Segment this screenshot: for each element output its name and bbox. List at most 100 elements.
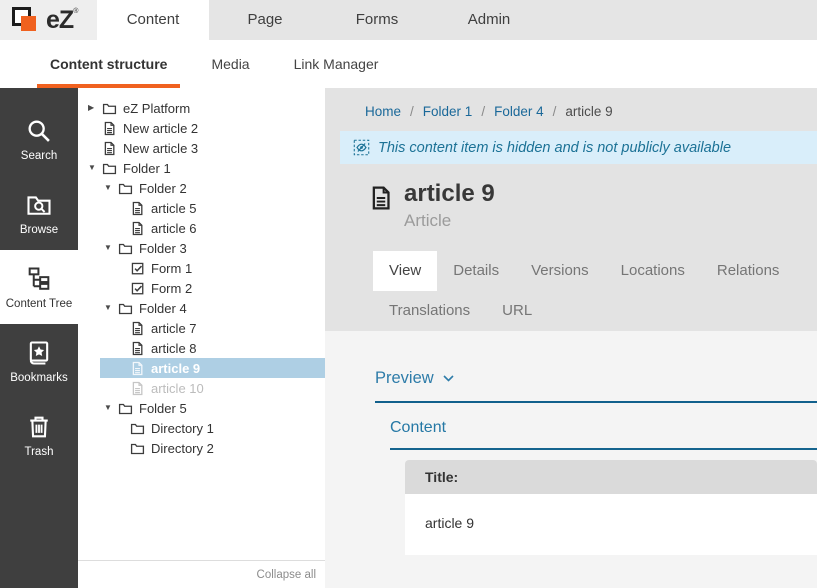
- article-icon: [130, 201, 145, 216]
- expander-expanded-icon[interactable]: [88, 158, 102, 178]
- tree-item-label: article 8: [151, 341, 197, 356]
- form-icon: [130, 261, 145, 276]
- tree-item-article-9-selected[interactable]: article 9: [100, 358, 325, 378]
- expander-expanded-icon[interactable]: [104, 238, 118, 258]
- ez-logo[interactable]: eZ®: [0, 0, 97, 40]
- tree-item-label: Folder 3: [139, 241, 187, 256]
- expander-expanded-icon[interactable]: [104, 178, 118, 198]
- tab-url[interactable]: URL: [486, 291, 548, 331]
- tree-item-label: Directory 2: [151, 441, 214, 456]
- sidebar-item-browse[interactable]: Browse: [0, 176, 78, 250]
- form-icon: [130, 281, 145, 296]
- tree-item-folder-3[interactable]: Folder 3: [94, 238, 325, 258]
- folder-icon: [118, 401, 133, 416]
- subnav-content-structure[interactable]: Content structure: [37, 40, 180, 88]
- tree-item-article-6[interactable]: article 6: [100, 218, 325, 238]
- tab-versions[interactable]: Versions: [515, 251, 605, 291]
- expander-collapsed-icon[interactable]: [88, 98, 102, 118]
- chevron-down-icon: [443, 375, 454, 382]
- content-tree-panel: eZ Platform New article 2 New article 3 …: [78, 88, 325, 588]
- folder-icon: [118, 301, 133, 316]
- tree-item-label: article 5: [151, 201, 197, 216]
- article-icon: [130, 361, 145, 376]
- field-value-title: article 9: [405, 494, 817, 555]
- tree-item-label: Directory 1: [151, 421, 214, 436]
- sidebar-item-trash[interactable]: Trash: [0, 398, 78, 472]
- tree-item-label: Folder 5: [139, 401, 187, 416]
- tree-item-form-1[interactable]: Form 1: [100, 258, 325, 278]
- search-icon: [25, 117, 53, 145]
- tab-relations[interactable]: Relations: [701, 251, 796, 291]
- folder-icon: [102, 161, 117, 176]
- ez-logo-icon: [12, 5, 42, 35]
- subnav-media[interactable]: Media: [198, 40, 262, 88]
- tree-item-label: Form 2: [151, 281, 192, 296]
- sidebar-item-bookmarks[interactable]: Bookmarks: [0, 324, 78, 398]
- top-tab-content[interactable]: Content: [97, 0, 209, 40]
- sidebar-item-label: Trash: [25, 446, 54, 458]
- tree-item-label: Folder 2: [139, 181, 187, 196]
- tree-item-directory-1[interactable]: Directory 1: [100, 418, 325, 438]
- tree-item-label: article 6: [151, 221, 197, 236]
- tab-locations[interactable]: Locations: [605, 251, 701, 291]
- view-tab-panel: Preview Content Title: article 9: [325, 331, 817, 588]
- tab-view[interactable]: View: [373, 251, 437, 291]
- tree-item-article-10-hidden[interactable]: article 10: [100, 378, 325, 398]
- content-fields: Title: article 9: [405, 460, 817, 555]
- tree-item-article-7[interactable]: article 7: [100, 318, 325, 338]
- folder-icon: [130, 441, 145, 456]
- subnav-link-manager[interactable]: Link Manager: [281, 40, 392, 88]
- tree-item-article-8[interactable]: article 8: [100, 338, 325, 358]
- breadcrumb-separator: /: [410, 104, 414, 119]
- left-sidebar: Search Browse Content Tree Bookmarks Tra…: [0, 88, 78, 588]
- top-tab-admin[interactable]: Admin: [433, 0, 545, 40]
- sidebar-item-search[interactable]: Search: [0, 102, 78, 176]
- bookmarks-icon: [25, 339, 53, 367]
- expander-expanded-icon[interactable]: [104, 398, 118, 418]
- tree-item-folder-4[interactable]: Folder 4: [94, 298, 325, 318]
- tree-item-article-5[interactable]: article 5: [100, 198, 325, 218]
- sidebar-item-content-tree[interactable]: Content Tree: [0, 250, 78, 324]
- tree-item-folder-1[interactable]: Folder 1: [78, 158, 325, 178]
- folder-icon: [118, 181, 133, 196]
- registered-mark: ®: [73, 8, 77, 15]
- field-label-title: Title:: [405, 460, 817, 494]
- tree-item-new-article-2[interactable]: New article 2: [78, 118, 325, 138]
- top-tab-page[interactable]: Page: [209, 0, 321, 40]
- hidden-content-notice-text: This content item is hidden and is not p…: [378, 140, 731, 156]
- preview-section-toggle[interactable]: Preview: [375, 369, 817, 403]
- folder-icon: [118, 241, 133, 256]
- tree-item-ez-platform[interactable]: eZ Platform: [78, 98, 325, 118]
- expander-expanded-icon[interactable]: [104, 298, 118, 318]
- tab-translations[interactable]: Translations: [373, 291, 486, 331]
- breadcrumb-link-home[interactable]: Home: [365, 104, 401, 119]
- breadcrumb-current: article 9: [565, 104, 612, 119]
- breadcrumb-link-folder-1[interactable]: Folder 1: [423, 104, 473, 119]
- folder-icon: [130, 421, 145, 436]
- tree-item-directory-2[interactable]: Directory 2: [100, 438, 325, 458]
- breadcrumb-separator: /: [553, 104, 557, 119]
- trash-icon: [25, 413, 53, 441]
- content-tabs: View Details Versions Locations Relation…: [373, 251, 803, 331]
- content-tree-icon: [25, 265, 53, 293]
- ez-logo-text: eZ®: [46, 8, 77, 33]
- tree-item-form-2[interactable]: Form 2: [100, 278, 325, 298]
- article-icon: [130, 321, 145, 336]
- tree-item-label: New article 2: [123, 121, 198, 136]
- article-icon: [368, 183, 394, 213]
- collapse-all-button[interactable]: Collapse all: [78, 560, 325, 588]
- tab-details[interactable]: Details: [437, 251, 515, 291]
- tree-item-folder-5[interactable]: Folder 5: [94, 398, 325, 418]
- main-content: Home/Folder 1/Folder 4/article 9 This co…: [325, 88, 817, 588]
- top-tab-forms[interactable]: Forms: [321, 0, 433, 40]
- article-icon: [130, 221, 145, 236]
- tree-item-folder-2[interactable]: Folder 2: [94, 178, 325, 198]
- content-section-label: Content: [390, 419, 817, 450]
- article-icon: [102, 121, 117, 136]
- breadcrumb-link-folder-4[interactable]: Folder 4: [494, 104, 544, 119]
- folder-icon: [102, 101, 117, 116]
- sidebar-item-label: Search: [21, 150, 57, 162]
- article-icon: [130, 341, 145, 356]
- tree-item-new-article-3[interactable]: New article 3: [78, 138, 325, 158]
- tree-item-label: eZ Platform: [123, 101, 190, 116]
